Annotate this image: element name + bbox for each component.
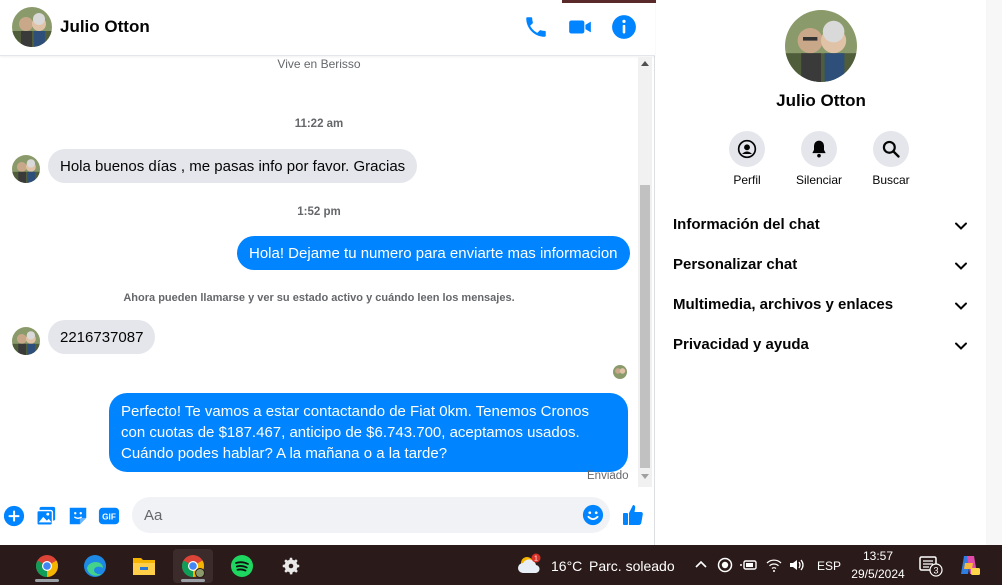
contact-details-panel: Julio Otton Perfil Silenciar Buscar Info… [656,0,986,545]
message-input[interactable] [132,497,610,533]
message-list: Vive en Berisso 11:22 am Hola buenos día… [0,57,638,487]
weather-temperature[interactable]: 16°C [551,558,582,574]
composer: GIF [0,490,655,540]
timestamp: 11:22 am [294,118,344,130]
weather-icon[interactable]: 1 [517,553,543,577]
contact-avatar[interactable] [12,7,52,47]
section-label: Multimedia, archivos y enlaces [673,296,894,313]
section-media-files-links[interactable]: Multimedia, archivos y enlaces [656,286,986,326]
edge-icon [84,555,106,577]
scrollbar-thumb[interactable] [640,185,650,468]
profile-name: Julio Otton [776,91,866,110]
weather-badge: 1 [534,556,538,563]
section-label: Privacidad y ayuda [673,336,809,353]
thumbs-up-icon[interactable] [621,503,645,527]
volume-icon[interactable] [788,556,806,574]
notification-count: 3 [933,566,938,576]
scroll-up-arrow-icon[interactable] [641,61,649,66]
chrome-icon [36,555,58,577]
profile-icon [737,139,757,159]
incoming-message[interactable]: Hola buenos días , me pasas info por fav… [48,149,418,183]
notifications-icon[interactable]: 3 [919,555,943,577]
bell-icon [812,140,826,158]
section-label: Personalizar chat [673,256,798,273]
chat-header: Julio Otton [0,0,655,56]
clock-time[interactable]: 13:57 [848,549,908,563]
chrome-icon [182,555,205,578]
timestamp: 1:52 pm [297,206,341,218]
section-label: Información del chat [673,216,820,233]
gif-icon[interactable]: GIF [98,505,120,527]
taskbar-file-explorer[interactable] [124,549,164,583]
search-button[interactable]: Buscar [856,131,926,187]
message-status: Enviado [587,470,629,482]
section-privacy-help[interactable]: Privacidad y ayuda [656,326,986,366]
mute-button-label: Silenciar [795,173,843,187]
profile-button-label: Perfil [733,173,761,187]
taskbar-edge[interactable] [75,549,115,583]
taskbar-spotify[interactable] [222,549,262,583]
chevron-down-icon [955,342,967,350]
section-customize-chat[interactable]: Personalizar chat [656,246,986,286]
show-hidden-icons-chevron-icon[interactable] [692,556,710,574]
contact-avatar[interactable] [12,155,40,183]
photo-icon[interactable] [35,505,57,527]
search-icon [882,140,900,158]
chevron-down-icon [955,262,967,270]
folder-icon [133,558,155,575]
wifi-icon[interactable] [765,556,783,574]
spotify-icon [231,555,253,577]
message-scrollbar[interactable] [638,57,652,487]
contact-avatar[interactable] [12,327,40,355]
svg-text:GIF: GIF [102,513,116,522]
chevron-down-icon [955,222,967,230]
outgoing-message[interactable]: Perfecto! Te vamos a estar contactando d… [109,393,628,472]
weather-description[interactable]: Parc. soleado [589,558,675,574]
scroll-down-arrow-icon[interactable] [641,474,649,479]
input-language[interactable]: ESP [817,559,841,573]
emoji-icon[interactable] [582,504,604,526]
info-icon[interactable] [611,14,637,40]
section-chat-info[interactable]: Información del chat [656,206,986,246]
copilot-icon[interactable] [957,553,981,577]
battery-icon[interactable] [740,556,758,574]
search-button-label: Buscar [872,173,910,187]
panel-scrollbar[interactable] [986,0,1002,545]
clock-date[interactable]: 29/5/2024 [848,567,908,581]
contact-name[interactable]: Julio Otton [60,17,150,37]
taskbar-chrome-profile[interactable] [173,549,213,583]
seen-indicator-avatar [613,365,627,379]
mute-button[interactable]: Silenciar [784,131,854,187]
chat-pane: Julio Otton Vive en Berisso 11:22 am Hol… [0,0,892,545]
taskbar-settings[interactable] [271,549,311,583]
profile-avatar[interactable] [785,10,857,82]
gear-icon [282,557,300,575]
contact-location: Vive en Berisso [277,57,361,71]
video-call-icon[interactable] [567,14,593,40]
recording-icon[interactable] [716,556,734,574]
incoming-message[interactable]: 2216737087 [48,320,156,354]
outgoing-message[interactable]: Hola! Dejame tu numero para enviarte mas… [237,236,630,270]
taskbar-chrome[interactable] [27,549,67,583]
chevron-down-icon [955,302,967,310]
plus-icon[interactable] [3,505,25,527]
messenger-window: Julio Otton Vive en Berisso 11:22 am Hol… [0,0,1002,545]
phone-icon[interactable] [523,14,549,40]
profile-button[interactable]: Perfil [712,131,782,187]
system-note: Ahora pueden llamarse y ver su estado ac… [123,292,515,304]
sticker-icon[interactable] [67,505,89,527]
